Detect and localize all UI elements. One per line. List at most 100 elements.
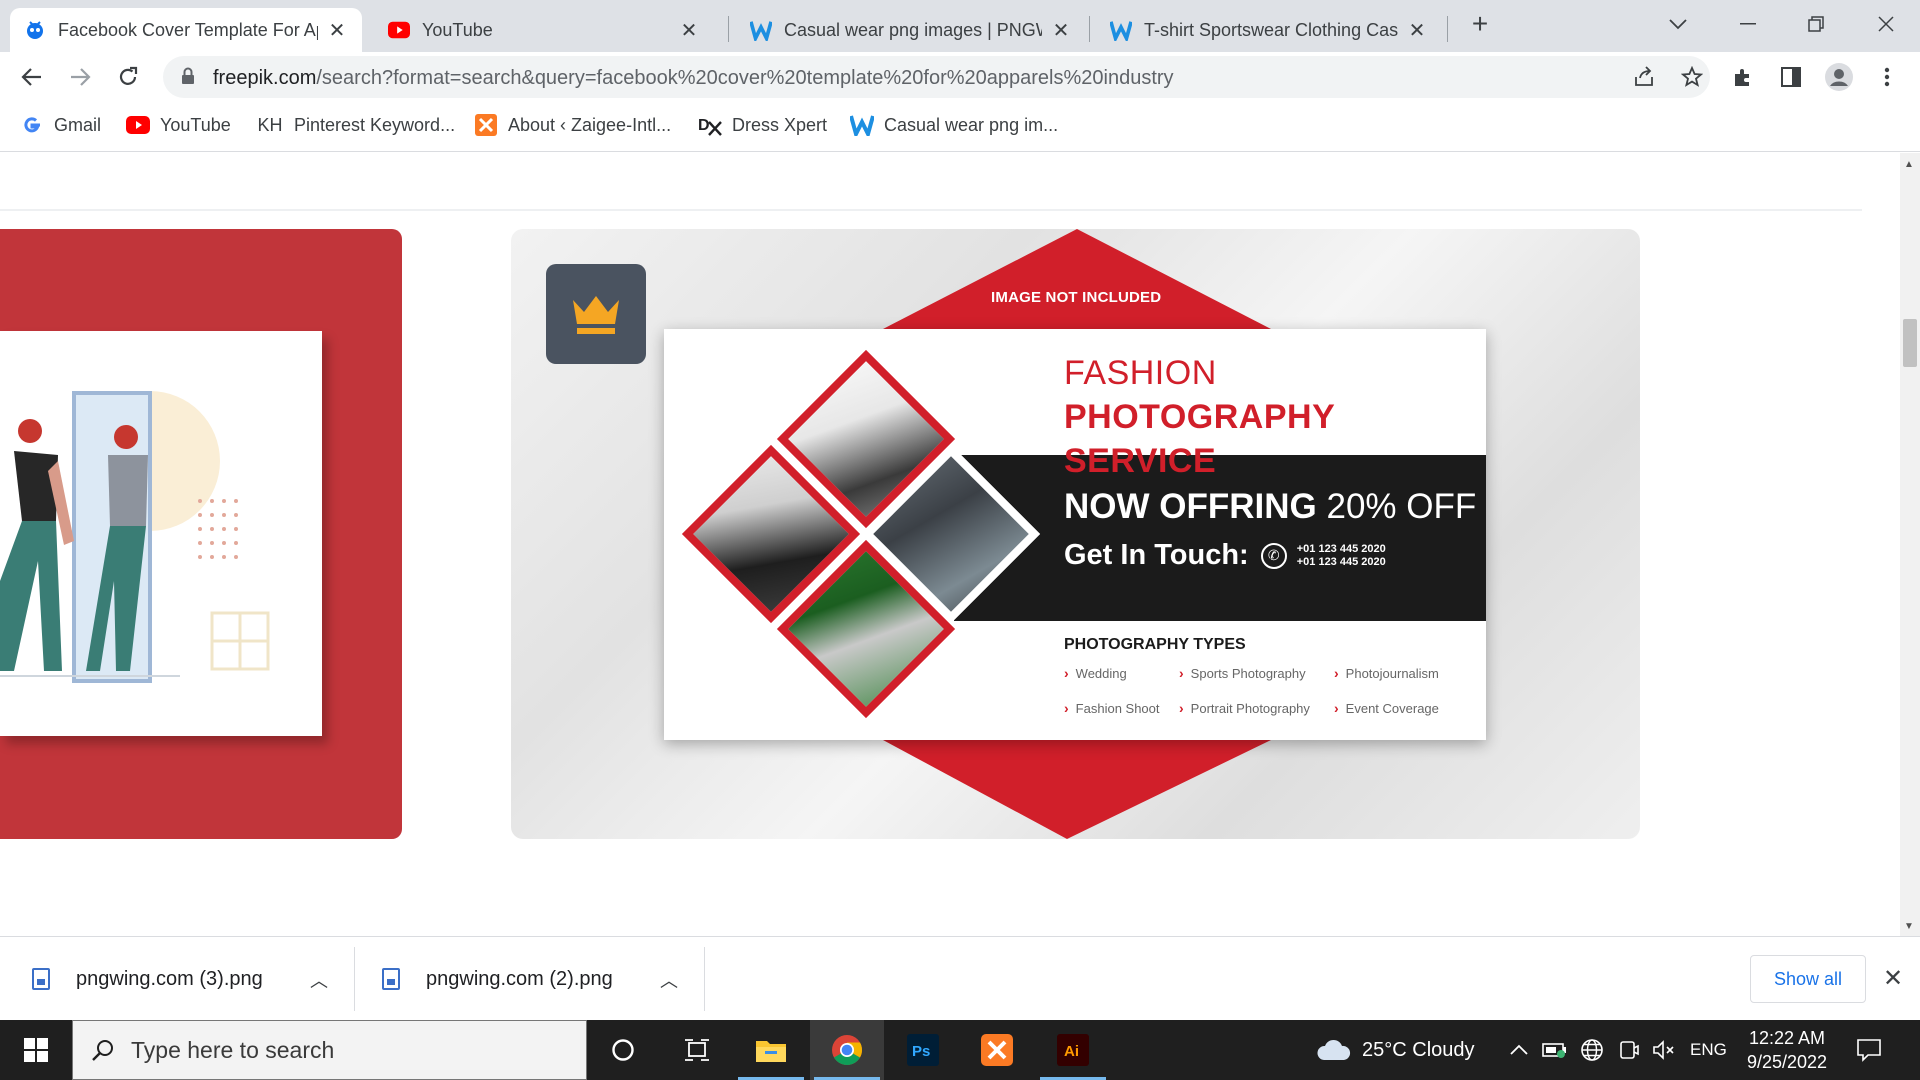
taskbar-search[interactable]: Type here to search [72,1020,587,1080]
weather-widget[interactable]: 25°C Cloudy [1316,1020,1475,1080]
scroll-up-arrow-icon[interactable]: ▲ [1904,159,1914,170]
tab-pngwing-casual[interactable]: Casual wear png images | PNGW ✕ [736,8,1086,52]
chevron-right-icon: › [1064,700,1069,716]
close-downloads-icon[interactable]: ✕ [1878,963,1908,993]
divider [354,947,355,1011]
dx-icon: D [698,114,722,136]
restore-button[interactable] [1794,6,1838,42]
downloads-bar: pngwing.com (3).png ︿ pngwing.com (2).pn… [0,936,1920,1020]
download-filename: pngwing.com (3).png [76,967,263,990]
close-tab-icon[interactable]: ✕ [678,19,700,42]
url-text[interactable]: freepik.com/search?format=search&query=f… [213,67,1174,90]
task-view-icon [685,1039,709,1061]
network-tray[interactable] [1580,1020,1604,1080]
share-icon[interactable] [1629,62,1659,92]
address-bar[interactable]: freepik.com/search?format=search&query=f… [163,56,1710,98]
chevron-right-icon: › [1179,700,1184,716]
template-card-illustration[interactable] [0,229,402,839]
bookmark-zaigee[interactable]: About ‹ Zaigee-Intl... [474,114,671,136]
close-window-button[interactable] [1864,6,1908,42]
menu-kebab-icon[interactable] [1872,62,1902,92]
close-tab-icon[interactable]: ✕ [326,19,348,42]
photoshop-icon: Ps [907,1034,939,1066]
battery-tray[interactable] [1542,1020,1568,1080]
taskbar-xampp[interactable] [960,1020,1034,1080]
chevron-right-icon: › [1179,665,1184,681]
volume-tray[interactable] [1652,1020,1676,1080]
task-view-button[interactable] [660,1020,734,1080]
clock-date: 9/25/2022 [1746,1052,1828,1072]
taskbar-file-explorer[interactable] [734,1020,808,1080]
tab-strip: Facebook Cover Template For Ap ✕ YouTube… [0,0,1920,52]
taskbar-photoshop[interactable]: Ps [886,1020,960,1080]
taskbar-chrome[interactable] [810,1020,884,1080]
extensions-icon[interactable] [1728,62,1758,92]
chevron-up-icon[interactable]: ︿ [310,967,328,993]
type-item: › Wedding [1064,665,1127,681]
forward-button[interactable] [60,57,100,97]
search-placeholder: Type here to search [131,1036,335,1063]
phone-numbers: +01 123 445 2020 +01 123 445 2020 [1297,543,1386,569]
windows-icon [24,1038,48,1062]
bookmark-youtube[interactable]: YouTube [126,114,231,136]
taskbar-illustrator[interactable]: Ai [1036,1020,1110,1080]
meet-now-tray[interactable] [1618,1020,1640,1080]
download-item[interactable]: pngwing.com (2).png ︿ [382,937,682,1021]
type-item: › Event Coverage [1334,700,1439,716]
lock-icon[interactable] [181,67,195,90]
download-item[interactable]: pngwing.com (3).png ︿ [32,937,332,1021]
phone-number-1: +01 123 445 2020 [1296,542,1386,555]
url-path: /search?format=search&query=facebook%20c… [316,67,1174,89]
tab-title: YouTube [422,19,493,40]
cortana-icon [612,1039,634,1061]
youtube-icon [126,114,150,136]
file-explorer-icon [756,1041,786,1062]
side-panel-icon[interactable] [1776,62,1806,92]
language-indicator[interactable]: ENG [1690,1020,1727,1080]
offer-value: 20% OFF [1326,487,1477,526]
chevron-right-icon: › [1334,665,1339,681]
taskbar-clock[interactable]: 12:22 AM 9/25/2022 [1732,1026,1842,1074]
bookmark-casual-wear[interactable]: Casual wear png im... [850,114,1058,136]
image-file-icon [32,968,50,990]
start-button[interactable] [0,1020,72,1080]
bookmark-label: YouTube [160,114,231,135]
back-button[interactable] [12,57,52,97]
search-icon [92,1040,113,1061]
pngwing-icon [1110,19,1132,41]
tab-freepik[interactable]: Facebook Cover Template For Ap ✕ [10,8,362,52]
bookmark-pinterest-keyword[interactable]: KH Pinterest Keyword... [256,114,455,136]
type-item: › Portrait Photography [1179,700,1310,716]
bookmark-star-icon[interactable] [1677,62,1707,92]
chevron-up-icon[interactable]: ︿ [660,967,678,993]
tab-search-icon[interactable] [1656,6,1700,42]
kh-icon: KH [257,114,283,135]
show-hidden-icons[interactable] [1510,1020,1528,1080]
close-tab-icon[interactable]: ✕ [1050,19,1072,42]
template-card-fashion-photography[interactable]: IMAGE NOT INCLUDED FASHION PHOTOGRAPHY S… [511,229,1640,839]
page-scrollbar[interactable]: ▲ ▼ [1900,153,1920,936]
banner-title-word1: FASHION [1064,354,1217,392]
notification-center[interactable] [1856,1020,1882,1080]
bookmark-dress-xpert[interactable]: D Dress Xpert [698,114,827,136]
tab-title: Facebook Cover Template For Ap [58,19,318,40]
tab-youtube[interactable]: YouTube ✕ [374,8,714,52]
battery-icon [1542,1043,1566,1058]
scroll-down-arrow-icon[interactable]: ▼ [1904,921,1914,932]
type-item: › Fashion Shoot [1064,700,1160,716]
volume-muted-icon [1653,1040,1674,1060]
new-tab-button[interactable]: + [1458,6,1502,42]
close-tab-icon[interactable]: ✕ [1406,19,1428,42]
scrollbar-thumb[interactable] [1903,319,1917,367]
tab-pngwing-tshirt[interactable]: T-shirt Sportswear Clothing Casu ✕ [1096,8,1442,52]
image-file-icon [382,968,400,990]
minimize-button[interactable] [1726,6,1770,42]
url-host: freepik.com [213,67,317,89]
bookmark-gmail[interactable]: Gmail [20,114,101,136]
profile-avatar-icon[interactable] [1824,62,1854,92]
show-all-button[interactable]: Show all [1750,955,1866,1003]
reload-button[interactable] [108,57,148,97]
cortana-button[interactable] [586,1020,660,1080]
bookmark-label: Pinterest Keyword... [294,114,456,135]
download-filename: pngwing.com (2).png [426,967,613,990]
